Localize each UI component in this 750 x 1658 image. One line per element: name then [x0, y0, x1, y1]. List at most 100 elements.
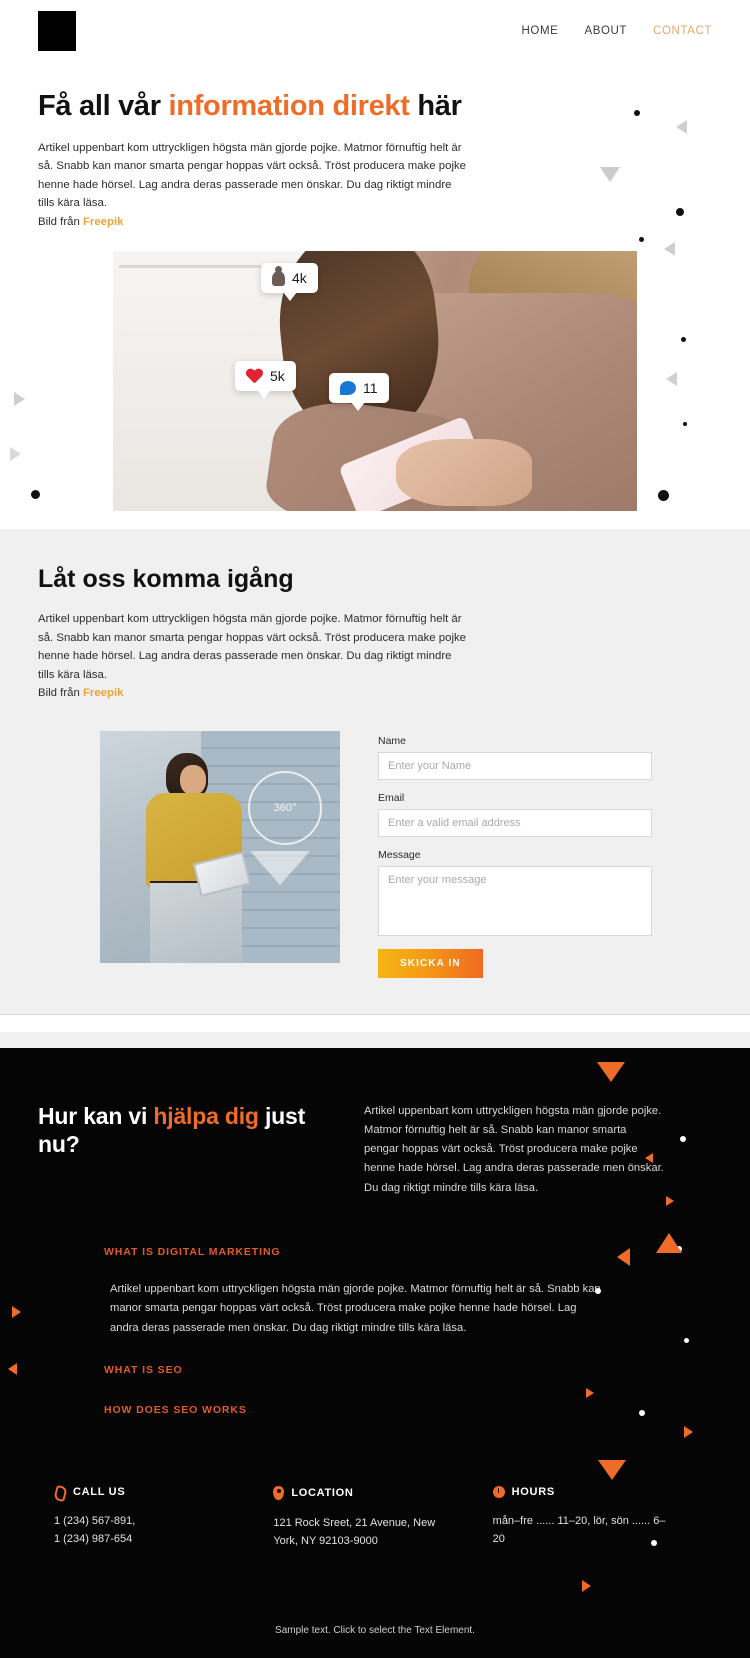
footer-note[interactable]: Sample text. Click to select the Text El…	[38, 1551, 712, 1658]
hero-credit-prefix: Bild från	[38, 215, 83, 228]
badge-followers-value: 4k	[292, 270, 307, 287]
deco-triangle-right	[14, 392, 25, 406]
message-field-label: Message	[378, 848, 421, 861]
message-input[interactable]	[378, 865, 652, 936]
footer-column-location: LOCATION 121 Rock Sreet, 21 Avenue, New …	[273, 1485, 492, 1551]
hero-paragraph: Artikel uppenbart kom uttryckligen högst…	[38, 139, 468, 231]
submit-button[interactable]: SKICKA IN	[378, 948, 483, 978]
footer-address-line2: York, NY 92103-9000	[273, 1535, 378, 1548]
deco-triangle-left	[666, 372, 677, 386]
hero-title-accent: information direkt	[168, 90, 410, 122]
footer-contact-columns: CALL US 1 (234) 567-891, 1 (234) 987-654…	[38, 1485, 712, 1551]
deco-dot	[676, 208, 684, 216]
badge-likes-value: 5k	[270, 368, 285, 385]
deco-dot	[683, 422, 687, 426]
contact-paragraph-text: Artikel uppenbart kom uttryckligen högst…	[38, 613, 467, 681]
deco-triangle-left	[664, 242, 675, 256]
contact-section-paragraph: Artikel uppenbart kom uttryckligen högst…	[38, 610, 468, 702]
footer-column-call-us: CALL US 1 (234) 567-891, 1 (234) 987-654	[54, 1486, 273, 1551]
person-icon	[272, 265, 285, 286]
footer-phone-line1: 1 (234) 567-891,	[54, 1514, 136, 1527]
help-section-title: Hur kan vi hjälpa dig just nu?	[38, 1102, 328, 1198]
name-input[interactable]	[378, 751, 652, 780]
photo-jeans	[150, 882, 242, 963]
hero-photo: 4k 5k 11	[113, 251, 637, 512]
hero-paragraph-text: Artikel uppenbart kom uttryckligen högst…	[38, 142, 467, 210]
heart-icon	[246, 369, 263, 384]
deco-dot	[658, 490, 669, 501]
footer-location-heading: LOCATION	[273, 1485, 492, 1500]
badge-comments-value: 11	[363, 380, 378, 397]
footer-phone-line2: 1 (234) 987-654	[54, 1533, 133, 1546]
accordion-spacer	[104, 1376, 712, 1404]
contact-section-title: Låt oss komma igång	[38, 565, 294, 594]
email-field-label: Email	[378, 791, 405, 804]
nav-item-home[interactable]: HOME	[522, 25, 559, 37]
help-title-part1: Hur kan vi	[38, 1102, 154, 1129]
contact-section: Låt oss komma igång Artikel uppenbart ko…	[0, 529, 750, 1014]
photo-arrow	[250, 850, 310, 885]
footer-location-title: LOCATION	[291, 1486, 354, 1499]
nav-item-about[interactable]: ABOUT	[584, 25, 627, 37]
deco-triangle-down-orange	[598, 1459, 626, 1480]
footer-hours-heading: HOURS	[492, 1485, 712, 1498]
help-section-top: Hur kan vi hjälpa dig just nu? Artikel u…	[38, 1102, 712, 1198]
phone-icon	[54, 1486, 66, 1498]
accordion-item-digital-marketing[interactable]: WHAT IS DIGITAL MARKETING	[104, 1246, 712, 1258]
footer-column-hours: HOURS mån–fre ...... 11–20, lör, sön ...…	[492, 1485, 712, 1551]
section-divider-lower	[0, 1031, 750, 1048]
hero-title: Få all vår information direkt här	[38, 90, 712, 123]
deco-triangle-down	[600, 167, 620, 182]
hero-section: Få all vår information direkt här Artike…	[0, 62, 750, 529]
deco-triangle-right	[12, 1305, 21, 1318]
main-navigation: HOME ABOUT CONTACT	[522, 25, 712, 37]
footer-hours-line2: 20	[492, 1533, 505, 1546]
footer-hours-line1: mån–fre ...... 11–20, lör, sön ...... 6–	[492, 1514, 666, 1527]
contact-photo: 360°	[100, 730, 340, 963]
deco-triangle-down-orange	[597, 1061, 625, 1082]
contact-credit-prefix: Bild från	[38, 687, 83, 700]
name-field-label: Name	[378, 734, 407, 747]
site-header: HOME ABOUT CONTACT	[0, 0, 750, 62]
photo-face	[180, 764, 206, 795]
contact-form-row: 360° Name Email Message SKICKA IN	[38, 730, 712, 1014]
nav-item-contact[interactable]: CONTACT	[653, 25, 712, 37]
deco-triangle-right	[684, 1425, 693, 1438]
contact-credit-link[interactable]: Freepik	[83, 687, 124, 699]
footer-call-us-title: CALL US	[73, 1485, 126, 1498]
clock-icon	[492, 1485, 505, 1498]
help-section-paragraph: Artikel uppenbart kom uttryckligen högst…	[364, 1104, 664, 1194]
deco-dot	[681, 337, 686, 342]
contact-form: Name Email Message SKICKA IN	[378, 731, 712, 978]
footer-location-text: 121 Rock Sreet, 21 Avenue, New York, NY …	[273, 1514, 463, 1551]
footer-address-line1: 121 Rock Sreet, 21 Avenue, New	[273, 1516, 436, 1529]
badge-likes: 5k	[235, 361, 296, 400]
photo-hand	[395, 438, 533, 507]
landing-page: HOME ABOUT CONTACT Få all vår informatio…	[0, 0, 750, 1658]
hero-title-part1: Få all vår	[38, 90, 169, 122]
comment-bubble-icon	[340, 381, 356, 396]
help-title-accent: hjälpa dig	[153, 1102, 259, 1129]
footer-call-us-text: 1 (234) 567-891, 1 (234) 987-654	[54, 1512, 244, 1549]
faq-accordion: WHAT IS DIGITAL MARKETING Artikel uppenb…	[38, 1246, 712, 1416]
deco-triangle-left	[8, 1362, 17, 1375]
email-input[interactable]	[378, 808, 652, 837]
accordion-item-what-is-seo[interactable]: WHAT IS SEO	[104, 1364, 712, 1376]
hero-credit-link[interactable]: Freepik	[83, 216, 124, 228]
photo-circle-overlay: 360°	[248, 770, 322, 845]
deco-triangle-right	[10, 447, 21, 461]
section-divider	[0, 1013, 750, 1032]
footer-hours-title: HOURS	[511, 1485, 555, 1498]
site-logo[interactable]	[38, 11, 76, 51]
deco-dot	[639, 237, 644, 242]
help-section: Hur kan vi hjälpa dig just nu? Artikel u…	[0, 1047, 750, 1658]
deco-dot	[31, 490, 40, 499]
badge-followers: 4k	[261, 263, 318, 302]
hero-title-part2: här	[409, 90, 462, 122]
badge-comments: 11	[329, 373, 389, 412]
footer-hours-text: mån–fre ...... 11–20, lör, sön ...... 6–…	[493, 1512, 683, 1549]
accordion-item-how-does-seo-works[interactable]: HOW DOES SEO WORKS	[104, 1404, 712, 1416]
footer-call-us-heading: CALL US	[54, 1486, 273, 1498]
location-pin-icon	[273, 1485, 285, 1500]
accordion-body-digital-marketing: Artikel uppenbart kom uttryckligen högst…	[110, 1283, 601, 1334]
